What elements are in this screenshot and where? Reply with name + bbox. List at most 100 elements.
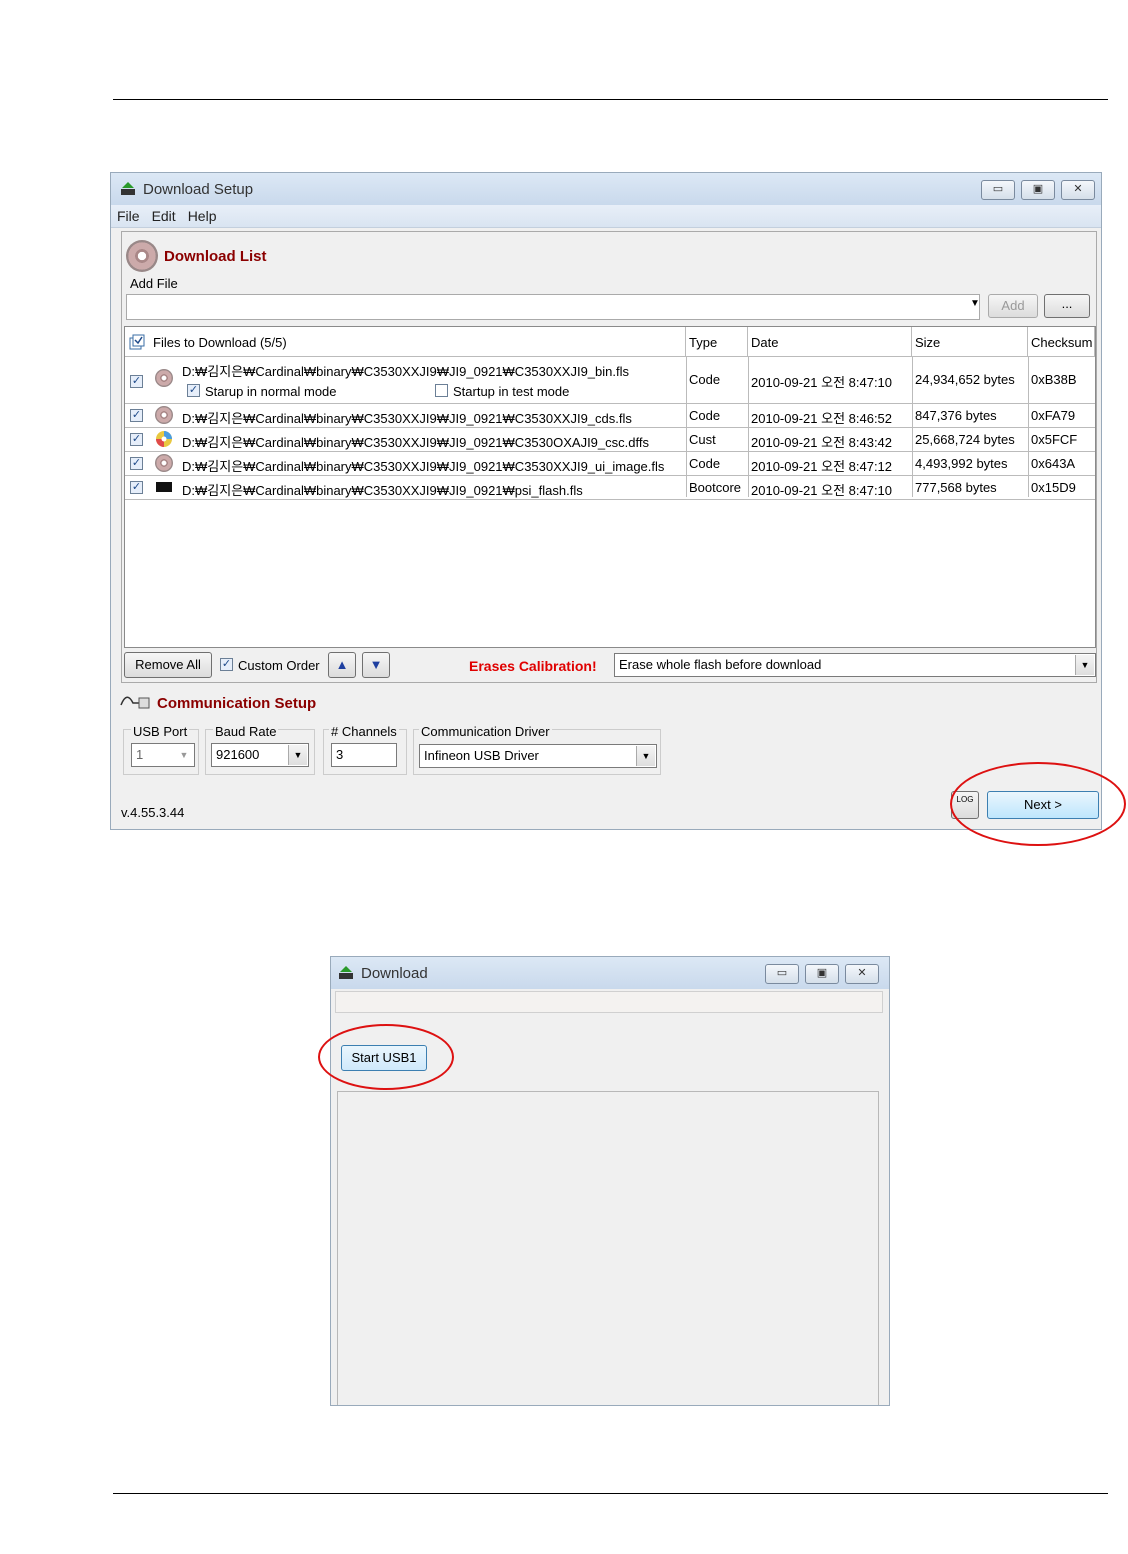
column-label-checksum: Checksum	[1031, 335, 1093, 350]
minimize-button[interactable]: ▭	[765, 964, 799, 984]
chevron-down-icon[interactable]: ▼	[1075, 655, 1094, 675]
app-icon	[339, 966, 353, 979]
column-label-type: Type	[689, 335, 718, 350]
channels-value: 3	[336, 747, 344, 762]
row-checkbox[interactable]: ✓	[130, 409, 143, 422]
maximize-button[interactable]: ▣	[1021, 180, 1055, 200]
browse-button[interactable]: ...	[1044, 294, 1090, 318]
header-rule	[113, 99, 1108, 100]
table-row[interactable]: ✓ D:₩김지은₩Cardinal₩binary₩C3530XXJI9₩JI9_…	[125, 357, 1097, 403]
usb-port-value: 1	[136, 747, 144, 762]
column-header-files[interactable]: Files to Download (5/5)	[125, 327, 686, 357]
baud-rate-select[interactable]: 921600 ▼	[211, 743, 309, 767]
erase-option-select[interactable]: Erase whole flash before download ▼	[614, 653, 1096, 677]
row-checkbox[interactable]: ✓	[130, 481, 143, 494]
menu-bar: File Edit Help	[111, 205, 1101, 228]
window-title: Download Setup	[143, 181, 254, 198]
maximize-button[interactable]: ▣	[805, 964, 839, 984]
file-date: 2010-09-21 오전 8:47:10	[751, 375, 893, 390]
custom-order-checkbox[interactable]: ✓	[220, 658, 233, 671]
file-date: 2010-09-21 오전 8:47:10	[751, 483, 893, 498]
minimize-icon: ▭	[776, 967, 788, 979]
file-path: D:₩김지은₩Cardinal₩binary₩C3530XXJI9₩JI9_09…	[182, 411, 632, 426]
table-row[interactable]: ✓ D:₩김지은₩Cardinal₩binary₩C3530XXJI9₩JI9_…	[125, 452, 1097, 475]
file-path: D:₩김지은₩Cardinal₩binary₩C3530XXJI9₩JI9_09…	[182, 435, 649, 450]
menu-edit[interactable]: Edit	[146, 205, 182, 224]
file-path: D:₩김지은₩Cardinal₩binary₩C3530XXJI9₩JI9_09…	[182, 483, 583, 498]
row-checkbox[interactable]: ✓	[130, 375, 143, 388]
close-icon: ✕	[857, 967, 867, 979]
title-bar[interactable]: Download Setup ▭ ▣ ✕	[111, 173, 1101, 205]
file-size: 777,568 bytes	[915, 480, 997, 495]
driver-select[interactable]: Infineon USB Driver ▼	[419, 744, 657, 768]
startup-normal-label: Starup in normal mode	[205, 384, 337, 399]
chevron-down-icon[interactable]: ▼	[636, 746, 655, 766]
cd-icon	[155, 454, 173, 472]
row-checkbox[interactable]: ✓	[130, 457, 143, 470]
startup-test-label: Startup in test mode	[453, 384, 570, 399]
window-title: Download	[361, 965, 428, 982]
cd-icon	[155, 369, 173, 387]
table-row[interactable]: ✓ D:₩김지은₩Cardinal₩binary₩C3530XXJI9₩JI9_…	[125, 404, 1097, 427]
minimize-button[interactable]: ▭	[981, 180, 1015, 200]
file-size: 847,376 bytes	[915, 408, 997, 423]
file-checksum: 0x5FCF	[1031, 432, 1078, 447]
file-type: Code	[689, 372, 721, 387]
highlight-ellipse-next	[950, 762, 1126, 846]
arrow-up-icon: ▲	[335, 657, 349, 672]
check-all-icon[interactable]	[129, 334, 145, 350]
version-label: v.4.55.3.44	[121, 805, 185, 820]
file-type: Code	[689, 408, 721, 423]
startup-test-checkbox[interactable]: ✓	[435, 384, 448, 397]
title-bar[interactable]: Download ▭ ▣ ✕	[331, 957, 889, 989]
custom-order-label: Custom Order	[238, 658, 320, 673]
baud-rate-label: Baud Rate	[213, 724, 279, 739]
add-button[interactable]: Add	[988, 294, 1038, 318]
download-list-title: Download List	[164, 248, 267, 265]
download-window: Download ▭ ▣ ✕ Start USB1	[330, 956, 890, 1406]
close-button[interactable]: ✕	[1061, 180, 1095, 200]
column-header-date[interactable]: Date	[748, 327, 912, 357]
status-strip	[335, 991, 883, 1013]
column-label-size: Size	[915, 335, 941, 350]
maximize-icon: ▣	[1032, 183, 1044, 195]
table-row[interactable]: ✓ D:₩김지은₩Cardinal₩binary₩C3530XXJI9₩JI9_…	[125, 428, 1097, 451]
log-area	[337, 1091, 879, 1405]
file-checksum: 0x643A	[1031, 456, 1076, 471]
chevron-down-icon[interactable]: ▼	[175, 745, 193, 765]
column-label-files: Files to Download (5/5)	[153, 335, 287, 350]
row-checkbox[interactable]: ✓	[130, 433, 143, 446]
menu-file[interactable]: File	[111, 205, 146, 224]
highlight-ellipse-start	[318, 1024, 454, 1090]
add-file-input[interactable]	[126, 294, 980, 320]
chevron-down-icon[interactable]: ▼	[288, 745, 307, 765]
file-date: 2010-09-21 오전 8:43:42	[751, 435, 893, 450]
startup-normal-checkbox[interactable]: ✓	[187, 384, 200, 397]
add-file-label: Add File	[130, 276, 178, 291]
close-button[interactable]: ✕	[845, 964, 879, 984]
usb-port-select[interactable]: 1 ▼	[131, 743, 195, 767]
footer-rule	[113, 1493, 1108, 1494]
channels-input[interactable]: 3	[331, 743, 397, 767]
column-header-size[interactable]: Size	[912, 327, 1028, 357]
file-date: 2010-09-21 오전 8:46:52	[751, 411, 893, 426]
table-row[interactable]: ✓ D:₩김지은₩Cardinal₩binary₩C3530XXJI9₩JI9_…	[125, 476, 1097, 499]
column-header-type[interactable]: Type	[686, 327, 748, 357]
move-down-button[interactable]: ▼	[362, 652, 390, 678]
move-up-button[interactable]: ▲	[328, 652, 356, 678]
menu-help[interactable]: Help	[182, 205, 223, 224]
file-type: Cust	[689, 432, 716, 447]
add-file-dropdown-icon[interactable]: ▼	[970, 298, 980, 309]
colorful-disc-icon	[156, 431, 172, 447]
column-header-checksum[interactable]: Checksum	[1028, 327, 1095, 357]
chip-icon	[156, 482, 172, 492]
cd-icon	[155, 406, 173, 424]
file-size: 25,668,724 bytes	[915, 432, 1015, 447]
row-separator	[125, 499, 1095, 500]
maximize-icon: ▣	[816, 967, 828, 979]
remove-all-button[interactable]: Remove All	[124, 652, 212, 678]
download-setup-window: Download Setup ▭ ▣ ✕ File Edit Help Downlo…	[110, 172, 1102, 830]
file-size: 4,493,992 bytes	[915, 456, 1008, 471]
file-path: D:₩김지은₩Cardinal₩binary₩C3530XXJI9₩JI9_09…	[182, 459, 665, 474]
erase-option-value: Erase whole flash before download	[619, 657, 822, 672]
